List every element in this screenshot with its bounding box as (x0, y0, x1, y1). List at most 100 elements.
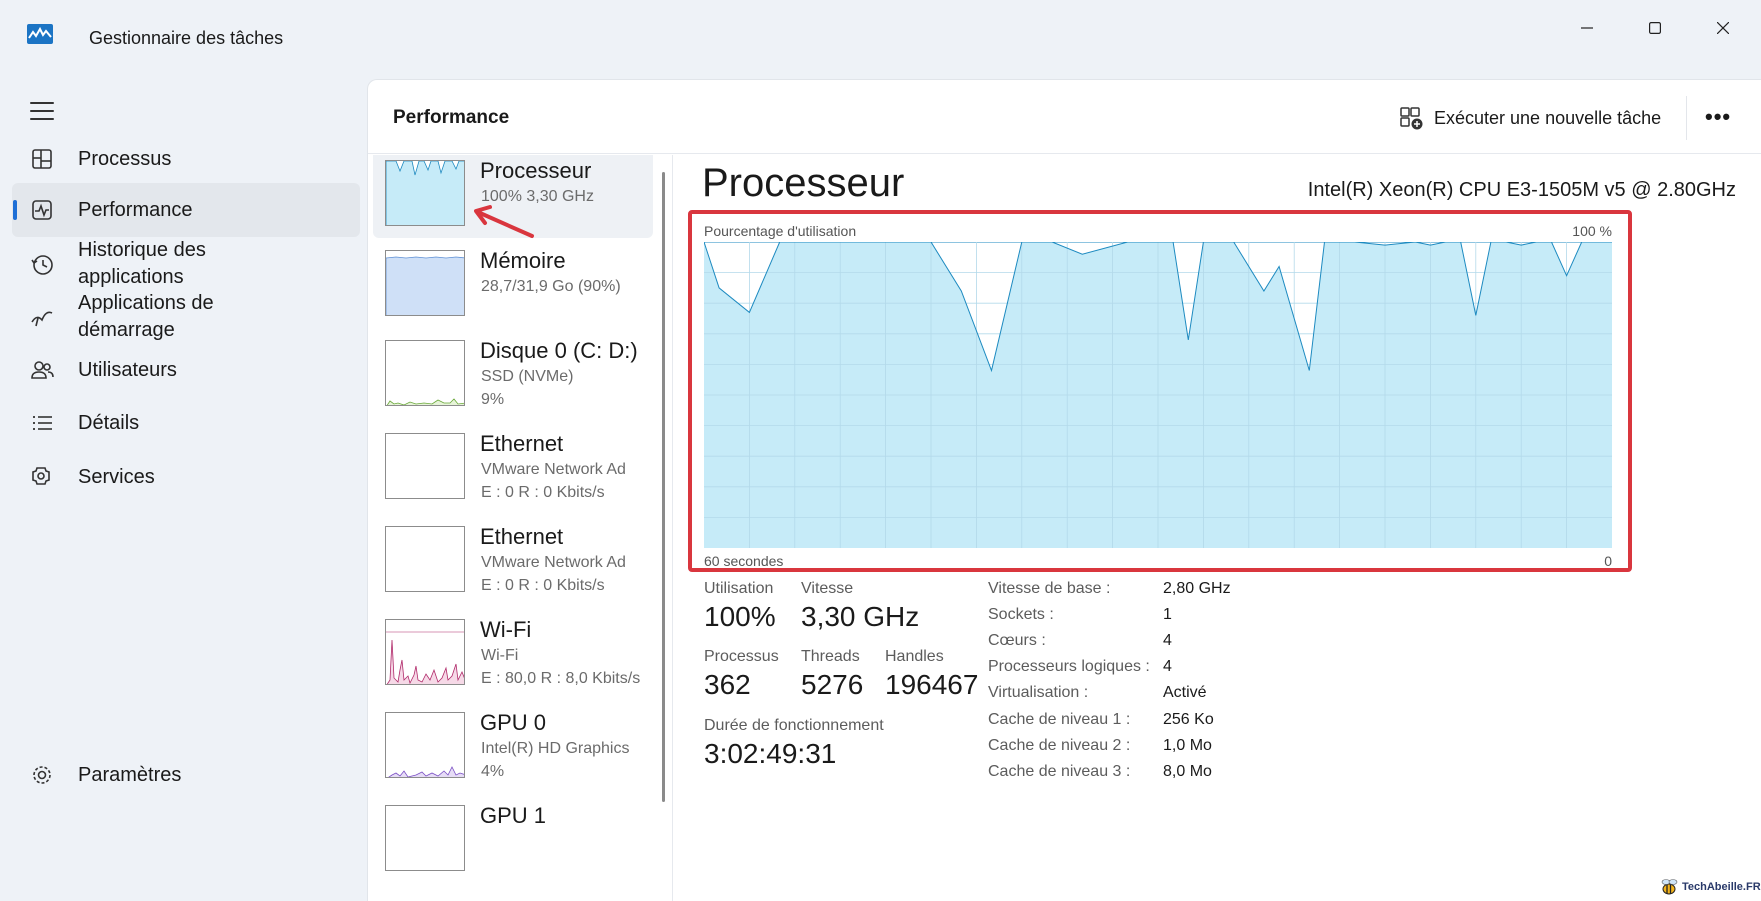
gpu-thumbnail-graph (385, 712, 465, 778)
annotation-arrow-icon (474, 205, 534, 238)
run-new-task-button[interactable]: Exécuter une nouvelle tâche (1398, 100, 1661, 136)
close-icon (1717, 22, 1729, 34)
gear-icon (33, 766, 51, 784)
processes-icon (32, 149, 52, 169)
resource-item-gpu-0[interactable]: GPU 0 Intel(R) HD Graphics 4% (373, 700, 653, 790)
history-icon (31, 255, 53, 275)
resource-item-ethernet-2[interactable]: Ethernet VMware Network Ad E : 0 R : 0 K… (373, 514, 653, 604)
threads-label: Threads (801, 648, 860, 665)
resource-detail: E : 0 R : 0 Kbits/s (481, 577, 605, 594)
resource-item-ethernet-1[interactable]: Ethernet VMware Network Ad E : 0 R : 0 K… (373, 421, 653, 511)
spec-key: Cœurs : (988, 632, 1046, 649)
graph-top-label: Pourcentage d'utilisation (704, 223, 857, 239)
nav-item-performance[interactable]: Performance (12, 183, 360, 237)
watermark-logo: TechAbeille.FR (1658, 877, 1761, 897)
minimize-icon (1581, 27, 1593, 29)
nav-item-processus[interactable]: Processus (12, 132, 360, 186)
uptime-label: Durée de fonctionnement (704, 717, 884, 734)
nav-label: Applications de démarrage (78, 292, 214, 341)
nav-label: Utilisateurs (78, 358, 177, 381)
nav-item-details[interactable]: Détails (12, 396, 360, 450)
navigation-pane: Processus Performance Historique des app… (0, 70, 367, 901)
performance-icon (32, 200, 52, 220)
spec-value: 4 (1163, 632, 1172, 649)
resource-detail: 28,7/31,9 Go (90%) (481, 278, 621, 295)
spec-key: Cache de niveau 3 : (988, 763, 1131, 780)
graph-min-label: 0 (1604, 553, 1612, 569)
nav-label: Historique des applications (78, 239, 206, 288)
maximize-icon (1649, 22, 1661, 34)
services-icon (32, 467, 50, 485)
resource-detail: VMware Network Ad (481, 461, 626, 478)
spec-key: Sockets : (988, 606, 1054, 623)
handles-value: 196467 (885, 669, 979, 700)
resource-name: GPU 1 (480, 803, 547, 828)
nav-item-utilisateurs[interactable]: Utilisateurs (12, 343, 360, 397)
resource-name: GPU 0 (480, 710, 547, 735)
run-task-icon (1400, 107, 1423, 130)
nav-item-services[interactable]: Services (12, 450, 360, 504)
spec-key: Virtualisation : (988, 684, 1089, 701)
resource-name: Ethernet (480, 524, 564, 549)
active-indicator (13, 200, 17, 220)
resource-name: Disque 0 (C: D:) (480, 338, 638, 363)
resource-item-disque[interactable]: Disque 0 (C: D:) SSD (NVMe) 9% (373, 328, 653, 418)
details-icon (33, 416, 52, 430)
minimize-button[interactable] (1563, 10, 1611, 46)
title-bar: Gestionnaire des tâches (0, 0, 1761, 70)
resource-detail: VMware Network Ad (481, 554, 626, 571)
spec-key: Cache de niveau 1 : (988, 711, 1131, 728)
resource-detail: SSD (NVMe) (481, 368, 574, 385)
hamburger-menu-icon[interactable] (30, 102, 54, 120)
spec-value: 8,0 Mo (1163, 763, 1212, 780)
maximize-button[interactable] (1631, 10, 1679, 46)
resource-detail: 4% (481, 763, 505, 780)
resource-detail: E : 0 R : 0 Kbits/s (481, 484, 605, 501)
window-title: Gestionnaire des tâches (89, 28, 284, 48)
spec-key: Processeurs logiques : (988, 658, 1150, 675)
ethernet-thumbnail-graph (385, 526, 465, 592)
nav-label: Services (78, 465, 155, 488)
nav-item-historique[interactable]: Historique des applications (12, 237, 360, 291)
resource-item-memoire[interactable]: Mémoire 28,7/31,9 Go (90%) (373, 238, 653, 328)
resource-name: Wi-Fi (480, 617, 532, 642)
resource-name: Mémoire (480, 248, 566, 273)
handles-label: Handles (885, 648, 944, 665)
nav-label: Performance (78, 198, 193, 221)
resource-item-gpu-1[interactable]: GPU 1 (373, 793, 653, 883)
vitesse-value: 3,30 GHz (801, 601, 920, 632)
task-manager-icon (27, 24, 53, 44)
cpu-thumbnail-graph (385, 160, 465, 226)
detail-title: Processeur (702, 161, 905, 205)
ethernet-thumbnail-graph (385, 433, 465, 499)
processus-label: Processus (704, 648, 779, 665)
resource-detail: E : 80,0 R : 8,0 Kbits/s (481, 670, 641, 687)
close-button[interactable] (1699, 10, 1747, 46)
nav-label: Paramètres (78, 763, 182, 786)
uptime-value: 3:02:49:31 (704, 738, 837, 769)
startup-icon (31, 311, 53, 327)
graph-max-label: 100 % (1572, 223, 1612, 239)
cpu-utilization-graph (704, 242, 1612, 548)
nav-item-demarrage[interactable]: Applications de démarrage (12, 290, 360, 344)
resource-list-scrollbar[interactable] (662, 172, 665, 802)
threads-value: 5276 (801, 669, 864, 700)
nav-label: Détails (78, 411, 140, 434)
header-divider (1686, 96, 1687, 140)
more-options-button[interactable]: ••• (1705, 104, 1731, 130)
page-title: Performance (393, 107, 510, 128)
cpu-model: Intel(R) Xeon(R) CPU E3-1505M v5 @ 2.80G… (1307, 179, 1736, 201)
disk-thumbnail-graph (385, 340, 465, 406)
resource-name: Ethernet (480, 431, 564, 456)
spec-value: 256 Ko (1163, 711, 1214, 728)
nav-item-parametres[interactable]: Paramètres (12, 748, 360, 802)
content-area: Performance Exécuter une nouvelle tâche … (367, 79, 1761, 901)
vitesse-label: Vitesse (801, 580, 854, 597)
resource-list: Processeur 100% 3,30 GHz Mémoire 28,7/31… (368, 155, 673, 901)
content-header: Performance Exécuter une nouvelle tâche … (368, 80, 1761, 154)
utilisation-value: 100% (704, 601, 776, 632)
resource-item-wifi[interactable]: Wi-Fi Wi-Fi E : 80,0 R : 8,0 Kbits/s (373, 607, 653, 697)
resource-detail: Wi-Fi (481, 647, 519, 664)
memory-thumbnail-graph (385, 250, 465, 316)
resource-detail: Intel(R) HD Graphics (481, 740, 630, 757)
